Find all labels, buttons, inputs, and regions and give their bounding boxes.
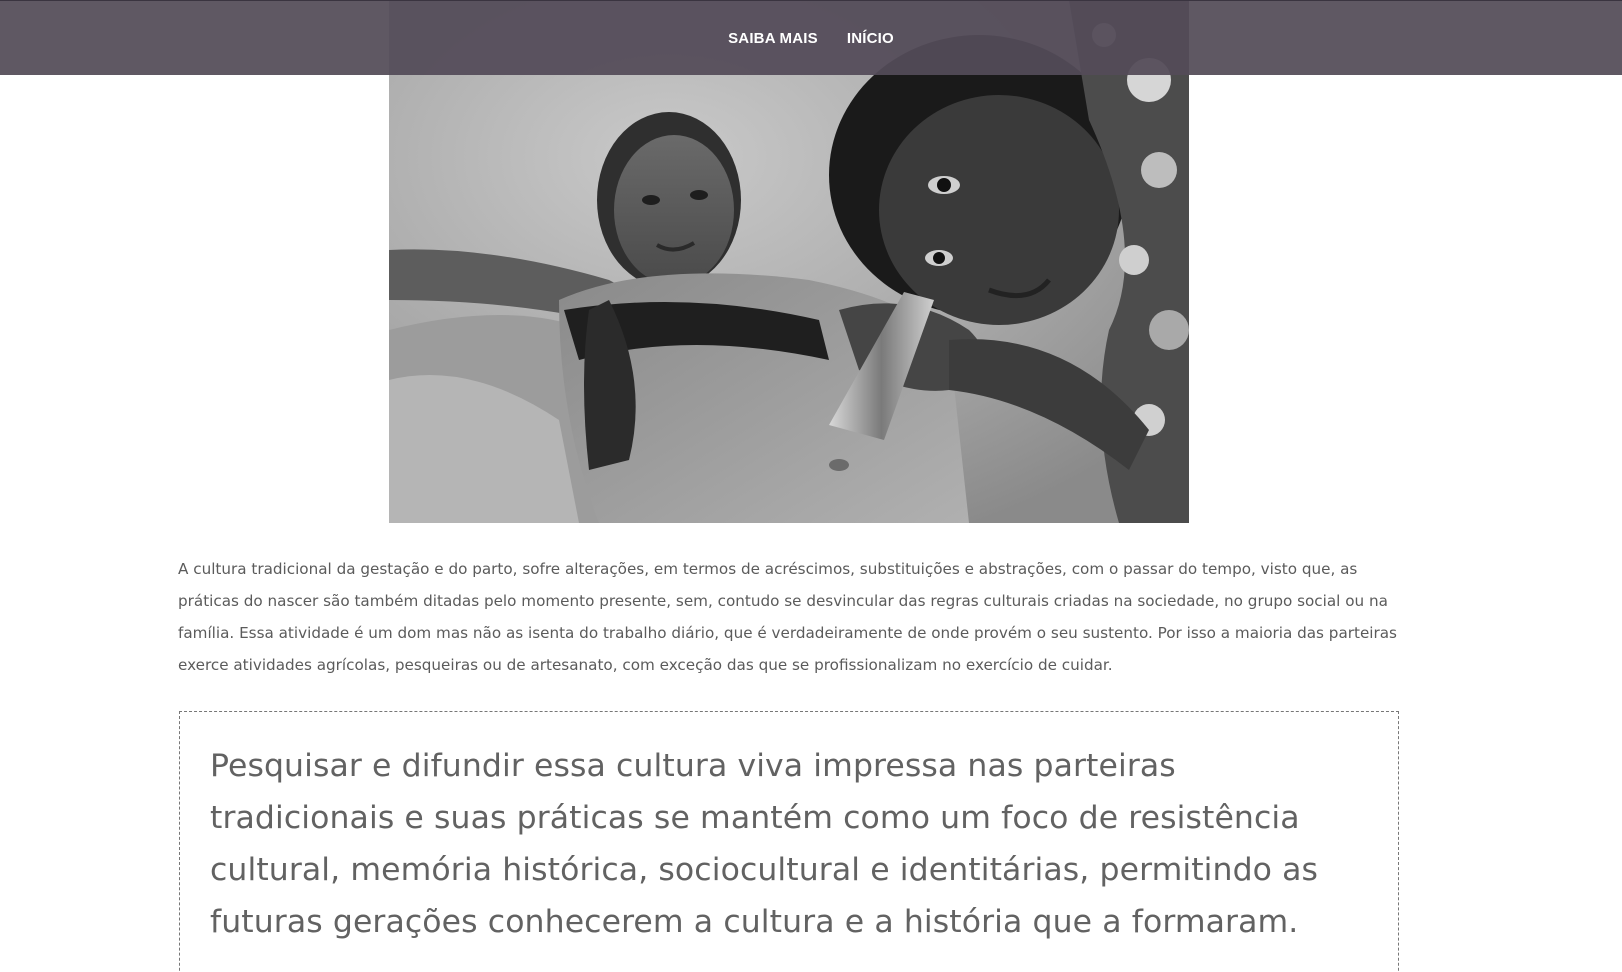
intro-paragraph: A cultura tradicional da gestação e do p…: [178, 560, 1397, 674]
quote-text: Pesquisar e difundir essa cultura viva i…: [210, 748, 1319, 940]
photo-midwife-listening-pregnant-belly-icon: [389, 0, 1189, 523]
top-navigation-bar: SAIBA MAIS INÍCIO: [0, 0, 1622, 75]
page: SAIBA MAIS INÍCIO A cultura tradicional …: [0, 0, 1622, 972]
hero-photo: [389, 0, 1189, 523]
nav-link-inicio[interactable]: INÍCIO: [847, 30, 894, 47]
main-nav: SAIBA MAIS INÍCIO: [0, 1, 1622, 75]
quote-box: Pesquisar e difundir essa cultura viva i…: [179, 711, 1399, 972]
nav-link-saiba-mais[interactable]: SAIBA MAIS: [728, 30, 818, 47]
